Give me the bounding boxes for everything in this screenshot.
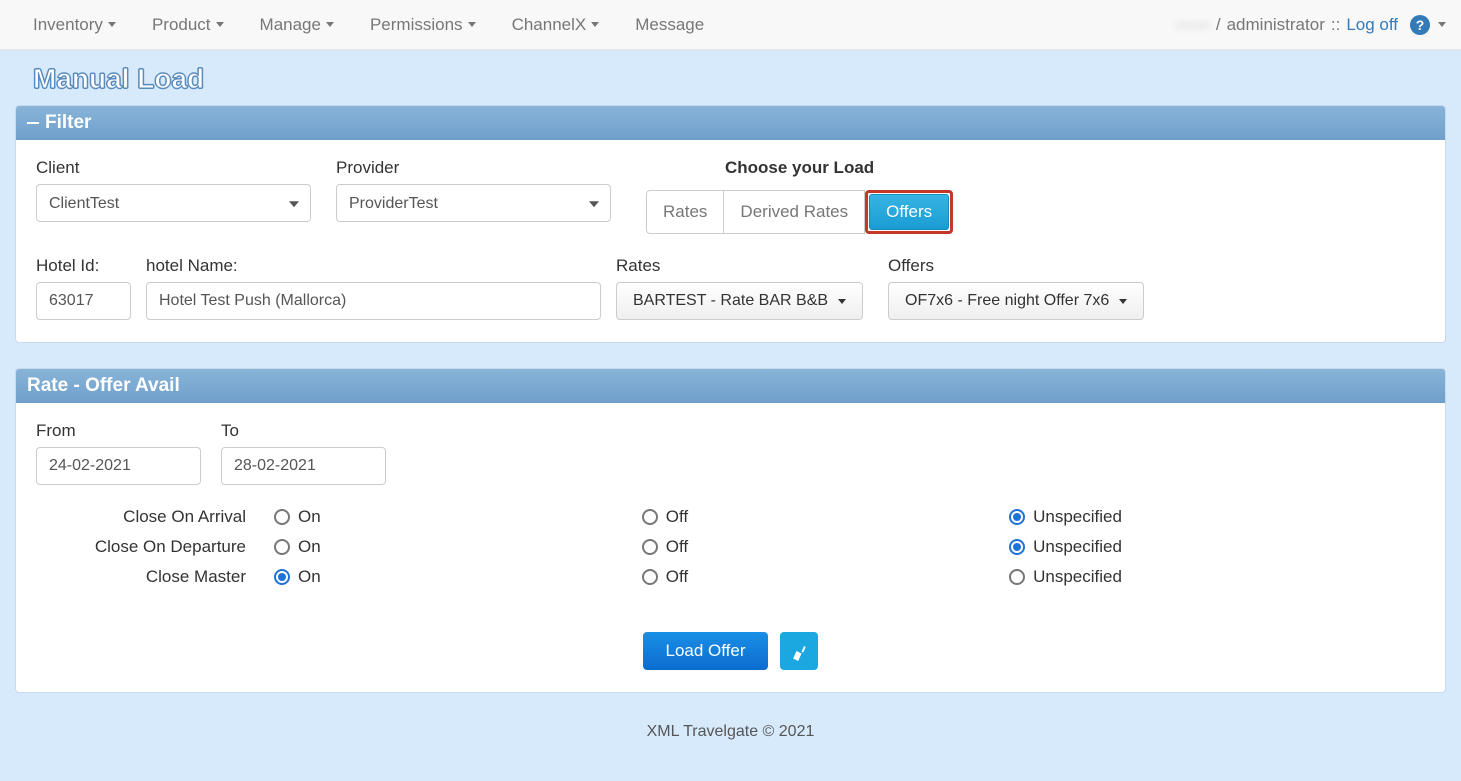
- chevron-down-icon: [468, 22, 476, 27]
- radio-option-label: On: [298, 537, 321, 557]
- close-options-grid: Close On Arrival On Off Unspecified Close On…: [56, 507, 1425, 587]
- radio-mark-icon: [642, 509, 658, 525]
- radio-off[interactable]: Off: [634, 537, 991, 557]
- page-title: Manual Load: [33, 63, 1441, 95]
- nav-label: Manage: [260, 15, 321, 35]
- hotel-name-label: hotel Name:: [146, 256, 601, 276]
- user-name-masked: ------: [1176, 15, 1210, 35]
- chevron-down-icon[interactable]: [1438, 22, 1446, 27]
- help-icon[interactable]: ?: [1410, 15, 1430, 35]
- nav-inventory[interactable]: Inventory: [15, 0, 134, 50]
- avail-panel-header: Rate - Offer Avail: [16, 369, 1445, 403]
- radio-option-label: Unspecified: [1033, 567, 1122, 587]
- avail-panel-title: Rate - Offer Avail: [27, 375, 180, 397]
- nav-label: Product: [152, 15, 211, 35]
- tab-offers[interactable]: Offers: [869, 194, 949, 230]
- filter-panel: Filter Client ClientTest Provider Provid…: [15, 105, 1446, 343]
- footer-text: XML Travelgate © 2021: [15, 723, 1446, 741]
- rates-dropdown[interactable]: BARTEST - Rate BAR B&B: [616, 282, 863, 320]
- nav-channelx[interactable]: ChannelX: [494, 0, 618, 50]
- close-row-label: Close On Arrival: [56, 507, 256, 527]
- close-row-label: Close Master: [56, 567, 256, 587]
- avail-panel-body: From To Close On Arrival On Off Unspecified…: [16, 403, 1445, 692]
- hotel-id-input[interactable]: [36, 282, 131, 320]
- hotel-name-input[interactable]: [146, 282, 601, 320]
- radio-unspecified[interactable]: Unspecified: [1001, 567, 1425, 587]
- rates-dd-label: Rates: [616, 256, 863, 276]
- radio-option-label: Off: [666, 567, 688, 587]
- clear-button[interactable]: [780, 632, 818, 670]
- radio-off[interactable]: Off: [634, 507, 991, 527]
- radio-option-label: On: [298, 567, 321, 587]
- nav-sep: ::: [1331, 15, 1340, 35]
- choose-load-label: Choose your Load: [646, 158, 953, 178]
- radio-mark-icon: [642, 569, 658, 585]
- nav-label: ChannelX: [512, 15, 587, 35]
- radio-option-label: Unspecified: [1033, 537, 1122, 557]
- nav-permissions[interactable]: Permissions: [352, 0, 494, 50]
- hotel-id-label: Hotel Id:: [36, 256, 131, 276]
- radio-off[interactable]: Off: [634, 567, 991, 587]
- filter-panel-title: Filter: [45, 112, 91, 134]
- avail-panel: Rate - Offer Avail From To Close On Arri…: [15, 368, 1446, 693]
- radio-unspecified[interactable]: Unspecified: [1001, 537, 1425, 557]
- chevron-down-icon: [108, 22, 116, 27]
- load-offer-button[interactable]: Load Offer: [643, 632, 767, 670]
- nav-product[interactable]: Product: [134, 0, 242, 50]
- from-label: From: [36, 421, 201, 441]
- offers-dropdown-value: OF7x6 - Free night Offer 7x6: [905, 292, 1109, 310]
- nav-message[interactable]: Message: [617, 0, 722, 50]
- tab-derived-rates[interactable]: Derived Rates: [723, 190, 865, 234]
- offers-dropdown[interactable]: OF7x6 - Free night Offer 7x6: [888, 282, 1144, 320]
- radio-option-label: Unspecified: [1033, 507, 1122, 527]
- radio-option-label: Off: [666, 537, 688, 557]
- load-type-tabs: Rates Derived Rates Offers: [646, 190, 953, 234]
- radio-mark-icon: [274, 539, 290, 555]
- to-label: To: [221, 421, 386, 441]
- collapse-icon: [27, 117, 39, 129]
- chevron-down-icon: [326, 22, 334, 27]
- client-select[interactable]: ClientTest: [36, 184, 311, 222]
- provider-select[interactable]: ProviderTest: [336, 184, 611, 222]
- radio-on[interactable]: On: [266, 537, 624, 557]
- radio-on[interactable]: On: [266, 567, 624, 587]
- provider-label: Provider: [336, 158, 611, 178]
- chevron-down-icon: [216, 22, 224, 27]
- radio-on[interactable]: On: [266, 507, 624, 527]
- radio-mark-icon: [274, 509, 290, 525]
- radio-mark-icon: [1009, 509, 1025, 525]
- radio-mark-icon: [1009, 569, 1025, 585]
- offers-dd-label: Offers: [888, 256, 1144, 276]
- page: Manual Load Filter Client ClientTest Pro…: [0, 50, 1461, 781]
- nav-label: Permissions: [370, 15, 463, 35]
- highlight-annotation: Offers: [865, 190, 953, 234]
- radio-option-label: On: [298, 507, 321, 527]
- filter-panel-header[interactable]: Filter: [16, 106, 1445, 140]
- tab-rates[interactable]: Rates: [646, 190, 724, 234]
- chevron-down-icon: [838, 299, 846, 304]
- nav-label: Inventory: [33, 15, 103, 35]
- radio-mark-icon: [1009, 539, 1025, 555]
- logoff-link[interactable]: Log off: [1346, 15, 1398, 35]
- chevron-down-icon: [591, 22, 599, 27]
- rates-dropdown-value: BARTEST - Rate BAR B&B: [633, 292, 828, 310]
- top-navbar: Inventory Product Manage Permissions Cha…: [0, 0, 1461, 50]
- nav-manage[interactable]: Manage: [242, 0, 352, 50]
- filter-panel-body: Client ClientTest Provider ProviderTest …: [16, 140, 1445, 342]
- nav-slash: /: [1216, 15, 1221, 35]
- nav-right: ------ / administrator :: Log off ?: [1176, 15, 1446, 35]
- radio-mark-icon: [642, 539, 658, 555]
- radio-unspecified[interactable]: Unspecified: [1001, 507, 1425, 527]
- broom-icon: [789, 641, 809, 661]
- from-date-input[interactable]: [36, 447, 201, 485]
- close-row-label: Close On Departure: [56, 537, 256, 557]
- client-label: Client: [36, 158, 311, 178]
- radio-option-label: Off: [666, 507, 688, 527]
- nav-role: administrator: [1227, 15, 1325, 35]
- nav-left: Inventory Product Manage Permissions Cha…: [15, 0, 1176, 50]
- radio-mark-icon: [274, 569, 290, 585]
- chevron-down-icon: [1119, 299, 1127, 304]
- to-date-input[interactable]: [221, 447, 386, 485]
- nav-label: Message: [635, 15, 704, 35]
